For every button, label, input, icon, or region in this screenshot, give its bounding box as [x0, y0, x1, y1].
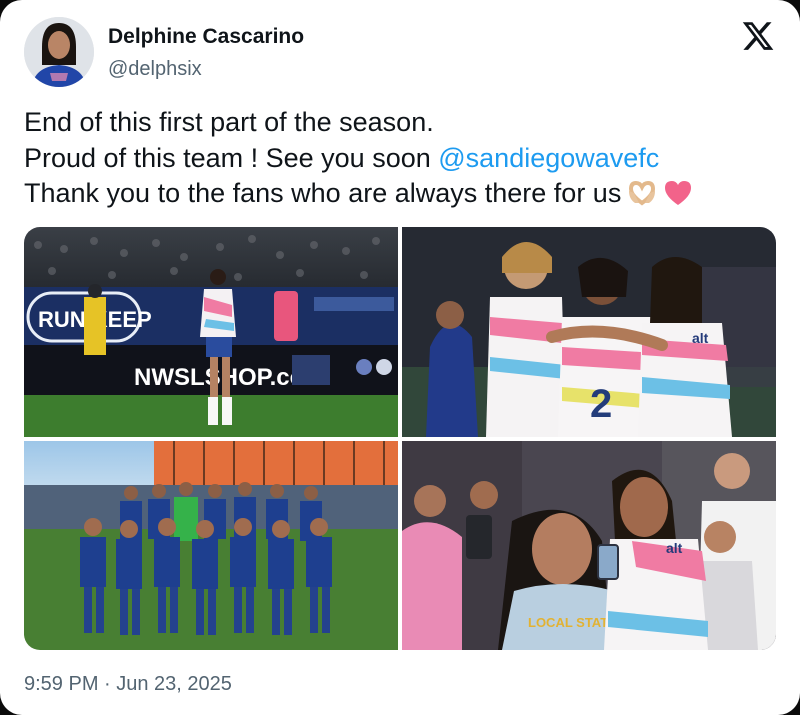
avatar[interactable]	[24, 17, 94, 87]
tweet-timestamp[interactable]: 9:59 PM · Jun 23, 2025	[24, 671, 232, 697]
tweet-line-1: End of this first part of the season.	[24, 107, 434, 137]
photo-team-hug[interactable]: 2 alt	[402, 227, 776, 437]
author-display-name[interactable]: Delphine Cascarino	[108, 24, 304, 50]
shirt-text-photo-4: alt	[666, 540, 683, 556]
author-handle[interactable]: @delphsix	[108, 56, 202, 82]
tweet-line-2-text: Proud of this team ! See you soon	[24, 142, 439, 173]
tweet-line-3-text: Thank you to the fans who are always the…	[24, 178, 622, 208]
heart-hands-icon	[627, 179, 657, 217]
photo-fan-selfie[interactable]: LOCAL STATE CUP alt	[402, 441, 776, 650]
tweet-card: Delphine Cascarino @delphsix End of this…	[0, 0, 800, 715]
x-logo-icon[interactable]	[741, 19, 775, 53]
shirt-text-photo-2: alt	[692, 330, 709, 346]
tweet-line-2: Proud of this team ! See you soon @sandi…	[24, 141, 784, 177]
photo-player-on-pitch[interactable]: RUN KEEP NWSLSHOP.com	[24, 227, 398, 437]
photo-team-lineup[interactable]	[24, 441, 398, 650]
media-grid: RUN KEEP NWSLSHOP.com	[24, 227, 776, 650]
mention-link[interactable]: @sandiegowavefc	[438, 143, 659, 173]
pink-heart-icon	[663, 179, 693, 217]
svg-text:2: 2	[590, 382, 612, 426]
tweet-line-3: Thank you to the fans who are always the…	[24, 176, 784, 217]
tweet-text: End of this first part of the season. Pr…	[24, 105, 784, 217]
